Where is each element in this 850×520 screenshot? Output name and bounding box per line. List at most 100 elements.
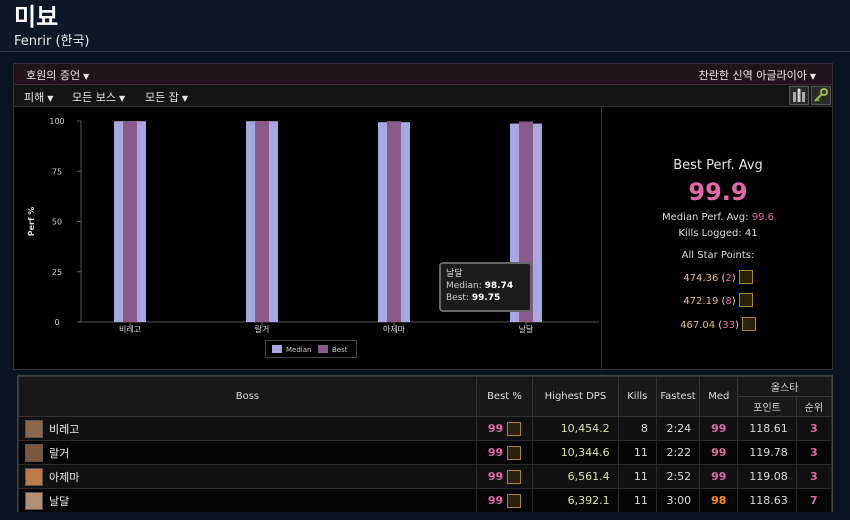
star-icon-1 <box>738 270 753 284</box>
boss-cell[interactable]: 랄거 <box>18 440 477 465</box>
boss-name: 비레고 <box>49 422 80 436</box>
points-cell: 119.08 <box>737 464 797 489</box>
server-name: Fenrir (한국) <box>14 34 90 49</box>
points-cell: 119.78 <box>737 440 797 465</box>
chart-svg: 0 25 50 75 100 Perf % 비레고 랄거 아제마 날달 <box>27 117 599 334</box>
kills-logged-line: Kills Logged: 41 <box>678 228 758 239</box>
boss-icon <box>25 419 43 438</box>
dps-cell: 6,561.4 <box>532 464 619 489</box>
med-cell: 98 <box>699 488 739 513</box>
chevron-down-icon: ▼ <box>181 94 189 103</box>
allstar-row-3: 467.04 (33) <box>602 317 834 332</box>
allstar-label: All Star Points: <box>681 250 755 261</box>
x-tick-label: 아제마 <box>383 324 406 334</box>
table-row[interactable]: 아제마 99 6,561.4 11 2:52 99 119.08 3 <box>18 464 833 489</box>
kills-cell: 8 <box>617 416 657 441</box>
bar-best[interactable] <box>123 121 137 322</box>
col-points[interactable]: 포인트 <box>737 396 797 417</box>
col-dps[interactable]: Highest DPS <box>532 376 619 417</box>
kills-cell: 11 <box>617 440 657 465</box>
raid-dropdown[interactable]: 찬란한 신역 아글라이아 ▼ <box>699 67 816 83</box>
kills-cell: 11 <box>617 464 657 489</box>
tooltip-title: 날달 <box>446 269 463 279</box>
med-cell: 99 <box>699 464 739 489</box>
y-axis-label: Perf % <box>27 207 36 237</box>
character-name: 미뵤 <box>14 3 59 31</box>
bar-best[interactable] <box>387 121 401 322</box>
footer-strip <box>0 512 850 520</box>
legend-swatch-median <box>272 345 282 353</box>
y-tick-label: 50 <box>52 218 62 227</box>
chevron-down-icon: ▼ <box>83 72 90 81</box>
chart-legend: Median Best <box>265 340 357 358</box>
legend-label-best: Best <box>332 346 348 354</box>
raid-label: 찬란한 신역 아글라이아 <box>698 69 807 82</box>
rank-cell: 3 <box>795 416 833 441</box>
allstar-row-1: 474.36 (2) <box>602 270 834 285</box>
star-icon-2 <box>507 469 522 484</box>
med-cell: 99 <box>699 440 739 465</box>
best-cell: 99 <box>475 464 534 489</box>
star-icon-1 <box>507 445 522 460</box>
boss-cell[interactable]: 날달 <box>18 488 477 513</box>
y-tick-label: 100 <box>49 117 64 126</box>
boss-name: 랄거 <box>49 446 70 460</box>
metric-dropdown[interactable]: 피해 ▼ <box>24 89 53 105</box>
col-best[interactable]: Best % <box>475 376 534 417</box>
points-cell: 118.63 <box>737 488 797 513</box>
chevron-down-icon: ▼ <box>118 94 126 103</box>
col-med[interactable]: Med <box>699 376 739 417</box>
party-icon[interactable] <box>789 86 809 105</box>
boss-table: Boss Best % Highest DPS Kills Fastest Me… <box>17 375 833 514</box>
rank-cell: 3 <box>795 464 833 489</box>
y-tick-label: 75 <box>52 167 62 176</box>
boss-cell[interactable]: 비레고 <box>18 416 477 441</box>
boss-filter-label: 모든 보스 <box>72 91 116 104</box>
zone-dropdown[interactable]: 호원의 증언 ▼ <box>26 67 89 83</box>
performance-chart: 0 25 50 75 100 Perf % 비레고 랄거 아제마 날달 Median Best 날… <box>14 107 601 370</box>
star-icon-2 <box>507 493 522 508</box>
tooltip-best: Best: 99.75 <box>446 293 501 303</box>
rank-cell: 3 <box>795 440 833 465</box>
col-boss[interactable]: Boss <box>18 376 477 417</box>
performance-panel: 0 25 50 75 100 Perf % 비레고 랄거 아제마 날달 Median Best 날… <box>13 107 833 370</box>
col-kills[interactable]: Kills <box>617 376 657 417</box>
y-tick-label: 0 <box>54 318 59 327</box>
job-filter-label: 모든 잡 <box>145 91 179 104</box>
col-fastest[interactable]: Fastest <box>655 376 701 417</box>
bar-best[interactable] <box>255 121 269 322</box>
tooltip-median: Median: 98.74 <box>446 281 514 291</box>
x-tick-label: 랄거 <box>255 325 270 334</box>
boss-icon <box>25 443 43 462</box>
median-perf-line: Median Perf. Avg: 99.6 <box>662 212 774 223</box>
x-tick-label: 비레고 <box>119 325 141 334</box>
job-dropdown[interactable]: 모든 잡 ▼ <box>145 89 188 105</box>
dps-cell: 10,344.6 <box>532 440 619 465</box>
star-icon-1 <box>507 421 522 436</box>
kills-cell: 11 <box>617 488 657 513</box>
chevron-down-icon: ▼ <box>809 72 816 81</box>
key-icon[interactable] <box>811 86 831 105</box>
boss-dropdown[interactable]: 모든 보스 ▼ <box>72 89 125 105</box>
best-perf-value: 99.9 <box>688 178 748 206</box>
col-rank[interactable]: 순위 <box>795 396 833 417</box>
table-row[interactable]: 비레고 99 10,454.2 8 2:24 99 118.61 3 <box>18 416 833 441</box>
legend-swatch-best <box>318 345 328 353</box>
dps-cell: 6,392.1 <box>532 488 619 513</box>
boss-icon <box>25 467 43 486</box>
dps-cell: 10,454.2 <box>532 416 619 441</box>
boss-cell[interactable]: 아제마 <box>18 464 477 489</box>
zone-label: 호원의 증언 <box>26 69 81 82</box>
best-cell: 99 <box>475 416 534 441</box>
table-row[interactable]: 랄거 99 10,344.6 11 2:22 99 119.78 3 <box>18 440 833 465</box>
col-allstar: 올스타 <box>737 376 832 397</box>
stats-summary: Best Perf. Avg 99.9 Median Perf. Avg: 99… <box>602 107 834 370</box>
boss-icon <box>25 491 43 510</box>
fastest-cell: 3:00 <box>655 488 701 513</box>
star-icon-2 <box>738 293 753 307</box>
fastest-cell: 2:52 <box>655 464 701 489</box>
character-header: 미뵤 Fenrir (한국) <box>0 0 850 52</box>
x-tick-label: 날달 <box>519 324 534 334</box>
table-row[interactable]: 날달 99 6,392.1 11 3:00 98 118.63 7 <box>18 488 833 513</box>
star-icon-3 <box>741 317 756 331</box>
